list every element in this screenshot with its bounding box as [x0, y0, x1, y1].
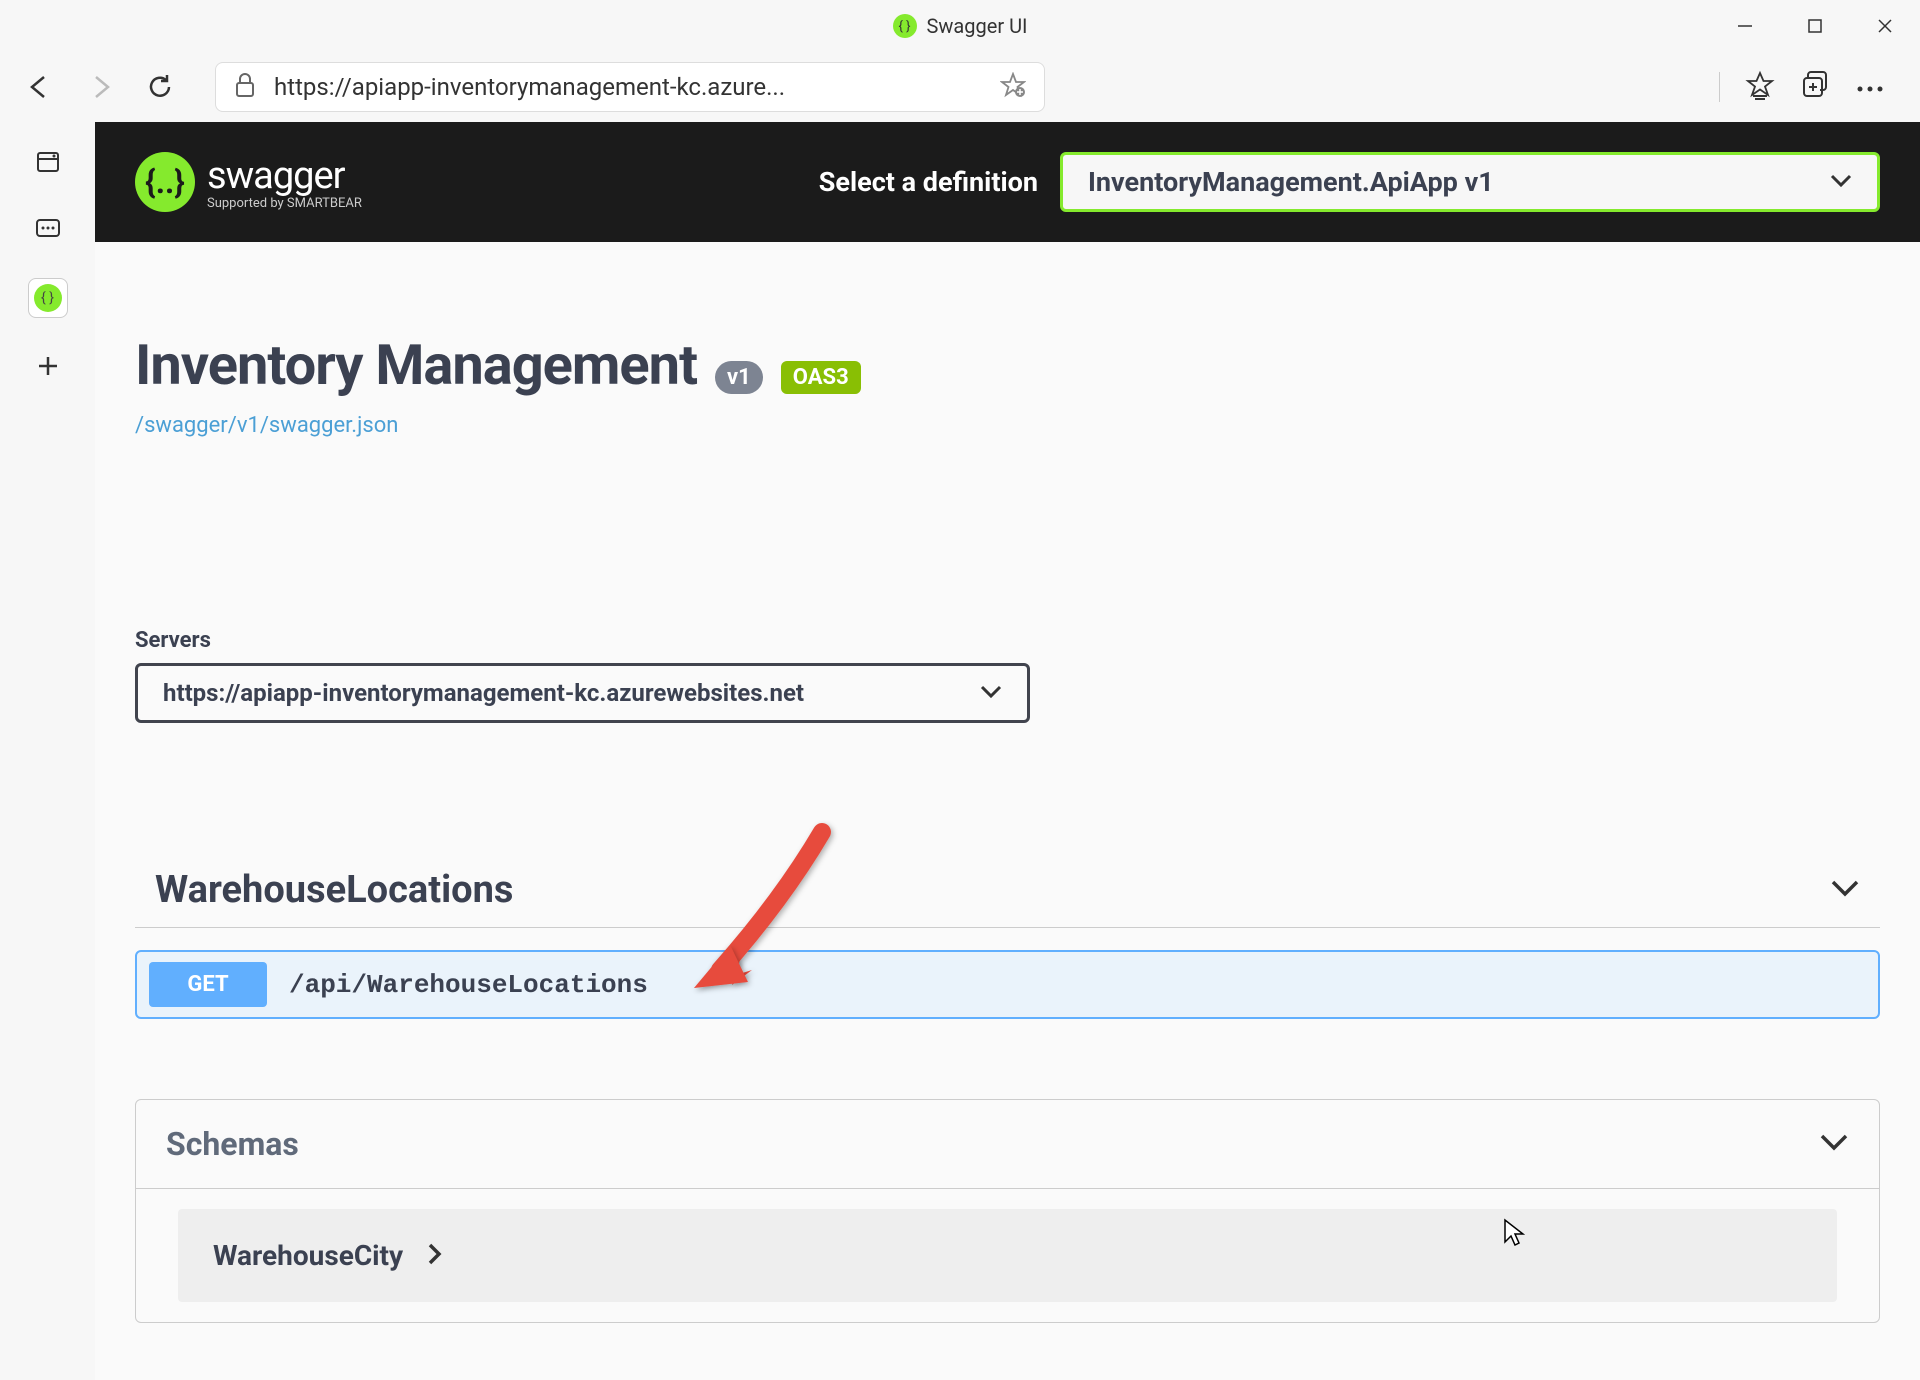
chevron-down-icon — [1830, 879, 1860, 901]
definition-value: InventoryManagement.ApiApp v1 — [1088, 166, 1494, 198]
servers-label: Servers — [135, 628, 1880, 653]
api-title: Inventory Management — [135, 332, 697, 398]
smartbear-text: Supported by SMARTBEAR — [207, 196, 362, 211]
close-button[interactable] — [1850, 0, 1920, 52]
swagger-favicon-icon: { } — [893, 14, 917, 38]
operation-get-warehouselocations[interactable]: GET /api/WarehouseLocations — [135, 950, 1880, 1019]
swagger-logo-icon: {..} — [135, 152, 195, 212]
swagger-content: {..} swagger Supported by SMARTBEAR Sele… — [95, 122, 1920, 1380]
chevron-down-icon — [980, 684, 1002, 703]
swagger-word: swagger — [207, 154, 362, 198]
browser-sidebar: { } — [0, 122, 95, 1380]
tag-name: WarehouseLocations — [155, 868, 513, 912]
tab-actions-icon[interactable] — [28, 142, 68, 182]
collections-icon[interactable] — [1800, 70, 1830, 104]
divider — [1719, 72, 1720, 102]
servers-section: Servers https://apiapp-inventorymanageme… — [95, 628, 1920, 773]
maximize-button[interactable] — [1780, 0, 1850, 52]
schema-item-warehousecity[interactable]: WarehouseCity — [178, 1209, 1837, 1302]
operation-path: /api/WarehouseLocations — [289, 970, 648, 1000]
tag-header[interactable]: WarehouseLocations — [135, 853, 1880, 928]
select-definition-label: Select a definition — [819, 166, 1038, 198]
swagger-tab-icon[interactable]: { } — [28, 278, 68, 318]
refresh-button[interactable] — [135, 62, 185, 112]
chevron-down-icon — [1819, 1133, 1849, 1155]
favorite-icon[interactable] — [1000, 72, 1026, 102]
address-bar[interactable]: https://apiapp-inventorymanagement-kc.az… — [215, 62, 1045, 112]
swagger-logo: {..} swagger Supported by SMARTBEAR — [135, 152, 362, 212]
schema-name: WarehouseCity — [213, 1239, 403, 1272]
minimize-button[interactable] — [1710, 0, 1780, 52]
swagger-json-link[interactable]: /swagger/v1/swagger.json — [135, 413, 1880, 438]
swagger-header: {..} swagger Supported by SMARTBEAR Sele… — [95, 122, 1920, 242]
definition-select[interactable]: InventoryManagement.ApiApp v1 — [1060, 152, 1880, 212]
window-title-bar: { } Swagger UI — [0, 0, 1920, 52]
lock-icon — [234, 72, 256, 102]
more-icon[interactable] — [1855, 78, 1885, 97]
server-select[interactable]: https://apiapp-inventorymanagement-kc.az… — [135, 663, 1030, 723]
api-info: Inventory Management v1 OAS3 /swagger/v1… — [95, 242, 1920, 478]
chevron-down-icon — [1830, 173, 1852, 192]
url-text: https://apiapp-inventorymanagement-kc.az… — [274, 73, 982, 101]
schemas-title: Schemas — [166, 1125, 299, 1163]
back-button[interactable] — [15, 62, 65, 112]
tag-section: WarehouseLocations GET /api/WarehouseLoc… — [95, 853, 1920, 1019]
http-method-badge: GET — [149, 962, 267, 1007]
version-badge: v1 — [715, 361, 763, 394]
schemas-header[interactable]: Schemas — [136, 1100, 1879, 1189]
oas-badge: OAS3 — [781, 361, 861, 394]
browser-toolbar: https://apiapp-inventorymanagement-kc.az… — [0, 52, 1920, 122]
chevron-right-icon — [428, 1243, 442, 1269]
add-tab-icon[interactable] — [28, 346, 68, 386]
chat-icon[interactable] — [28, 210, 68, 250]
schemas-section: Schemas WarehouseCity — [135, 1099, 1880, 1323]
favorites-icon[interactable] — [1745, 70, 1775, 104]
server-value: https://apiapp-inventorymanagement-kc.az… — [163, 679, 804, 707]
window-title: Swagger UI — [927, 14, 1028, 38]
forward-button[interactable] — [75, 62, 125, 112]
